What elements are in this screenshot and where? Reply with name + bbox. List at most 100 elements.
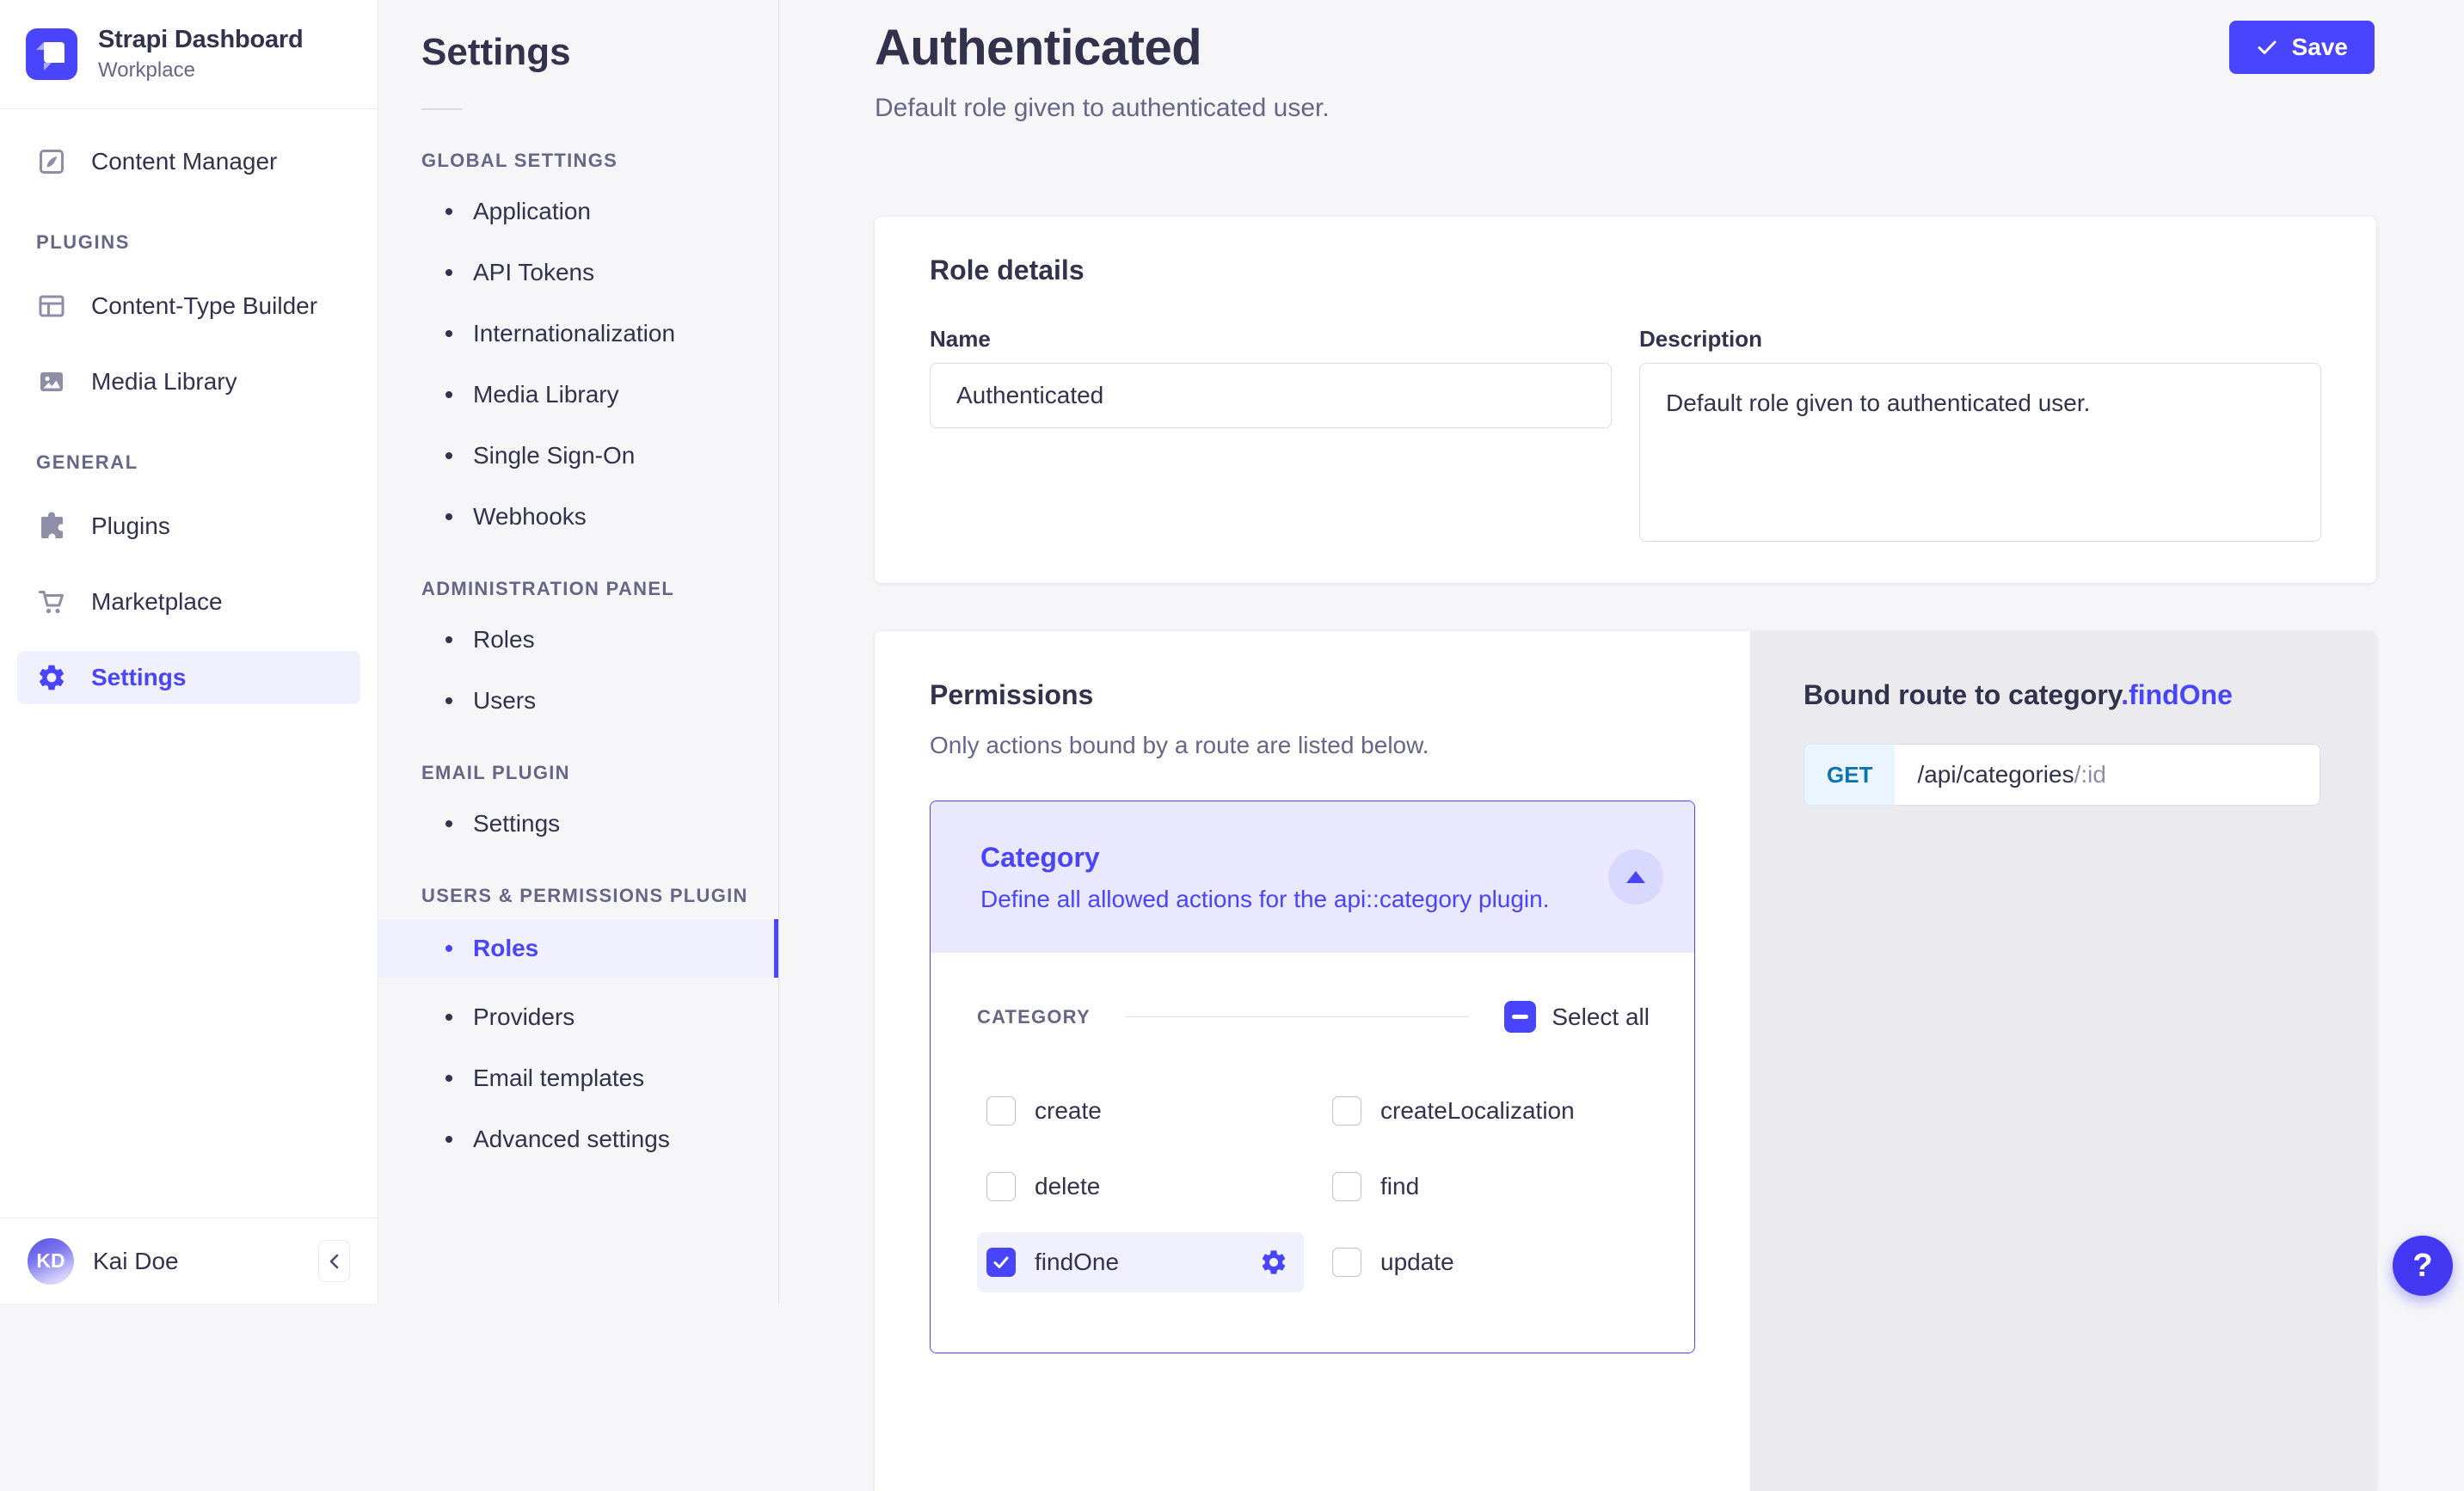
- update-checkbox[interactable]: [1332, 1248, 1361, 1277]
- action-update[interactable]: update: [1323, 1232, 1650, 1292]
- route-path-main: /api/categories: [1917, 761, 2074, 788]
- subnav-item-application[interactable]: Application: [378, 190, 778, 233]
- name-input[interactable]: [930, 363, 1612, 428]
- subnav-divider: [421, 108, 463, 110]
- group-divider: [1125, 1016, 1471, 1017]
- action-label: findOne: [1035, 1249, 1119, 1276]
- action-find[interactable]: find: [1323, 1157, 1650, 1217]
- bullet-icon: [445, 269, 452, 276]
- bullet-icon: [445, 1136, 452, 1143]
- workspace-brand[interactable]: Strapi Dashboard Workplace: [0, 0, 378, 109]
- permissions-section: Permissions Only actions bound by a rout…: [875, 631, 2376, 1491]
- sidebar-item-media-library[interactable]: Media Library: [17, 355, 360, 408]
- subnav-item-email-settings[interactable]: Settings: [378, 802, 778, 845]
- route-path-param: /:id: [2074, 761, 2106, 788]
- description-label: Description: [1639, 326, 2321, 353]
- action-createLocalization[interactable]: createLocalization: [1323, 1081, 1650, 1141]
- category-group-label: CATEGORY: [977, 1006, 1091, 1028]
- bound-route-panel: Bound route to category.findOne GET /api…: [1750, 631, 2376, 1491]
- chevron-left-icon: [323, 1250, 346, 1273]
- subnav-item-up-advanced-settings[interactable]: Advanced settings: [378, 1118, 778, 1161]
- subnav-item-up-providers[interactable]: Providers: [378, 996, 778, 1039]
- subnav-item-label: Roles: [473, 626, 535, 653]
- subnav-item-api-tokens[interactable]: API Tokens: [378, 251, 778, 294]
- select-all-control[interactable]: Select all: [1504, 1001, 1650, 1033]
- sidebar-item-label: Content-Type Builder: [91, 292, 317, 320]
- subnav-item-label: Application: [473, 198, 591, 225]
- action-delete[interactable]: delete: [977, 1157, 1304, 1217]
- action-create[interactable]: create: [977, 1081, 1304, 1141]
- permissions-subtitle: Only actions bound by a route are listed…: [930, 732, 1695, 759]
- create-checkbox[interactable]: [986, 1096, 1016, 1126]
- action-findOne[interactable]: findOne: [977, 1232, 1304, 1292]
- findOne-checkbox[interactable]: [986, 1248, 1016, 1277]
- action-label: find: [1380, 1173, 1419, 1200]
- sidebar-item-label: Media Library: [91, 368, 237, 396]
- brand-text: Strapi Dashboard Workplace: [98, 26, 304, 83]
- sidebar-item-marketplace[interactable]: Marketplace: [17, 575, 360, 629]
- accordion-collapse-button[interactable]: [1608, 850, 1663, 905]
- delete-checkbox[interactable]: [986, 1172, 1016, 1201]
- subnav-item-up-email-templates[interactable]: Email templates: [378, 1057, 778, 1100]
- createLocalization-checkbox[interactable]: [1332, 1096, 1361, 1126]
- user-avatar[interactable]: KD: [28, 1238, 74, 1285]
- subnav-item-webhooks[interactable]: Webhooks: [378, 495, 778, 538]
- page-header: Authenticated Default role given to auth…: [875, 19, 2375, 123]
- sidebar-section-general: GENERAL: [36, 451, 378, 474]
- category-accordion-description: Define all allowed actions for the api::…: [980, 886, 1550, 913]
- subnav-item-admin-roles[interactable]: Roles: [378, 618, 778, 661]
- subnav-item-media-library[interactable]: Media Library: [378, 373, 778, 416]
- subnav-item-label: API Tokens: [473, 259, 594, 286]
- collapse-sidebar-button[interactable]: [318, 1240, 350, 1282]
- save-button-label: Save: [2292, 34, 2348, 61]
- chevron-up-icon: [1626, 871, 1645, 883]
- page-subtitle: Default role given to authenticated user…: [875, 94, 1330, 123]
- subnav-section-users-permissions-plugin: USERS & PERMISSIONS PLUGIN: [421, 885, 778, 907]
- action-label: update: [1380, 1249, 1454, 1276]
- subnav-item-label: Advanced settings: [473, 1126, 670, 1153]
- help-button-label: ?: [2412, 1248, 2432, 1285]
- sidebar-item-content-type-builder[interactable]: Content-Type Builder: [17, 279, 360, 333]
- sidebar-footer: KD Kai Doe: [0, 1218, 378, 1304]
- subnav-item-label: Media Library: [473, 381, 619, 408]
- select-all-checkbox[interactable]: [1504, 1001, 1536, 1033]
- layout-icon: [36, 291, 67, 322]
- name-label: Name: [930, 326, 1612, 353]
- sidebar-item-content-manager[interactable]: Content Manager: [17, 135, 360, 188]
- sidebar-item-plugins[interactable]: Plugins: [17, 500, 360, 553]
- main-sidebar: Strapi Dashboard Workplace Content Manag…: [0, 0, 378, 1304]
- findOne-settings-gear-icon[interactable]: [1259, 1248, 1288, 1277]
- category-accordion-header-text: Category Define all allowed actions for …: [980, 842, 1550, 913]
- route-display: GET /api/categories/:id: [1803, 744, 2320, 806]
- bullet-icon: [445, 330, 452, 337]
- bullet-icon: [445, 820, 452, 827]
- subnav-item-up-roles[interactable]: Roles: [378, 919, 778, 978]
- bullet-icon: [445, 697, 452, 704]
- bullet-icon: [445, 513, 452, 520]
- user-name: Kai Doe: [93, 1248, 179, 1275]
- category-accordion: Category Define all allowed actions for …: [930, 801, 1695, 1353]
- action-label: create: [1035, 1097, 1102, 1125]
- settings-subnav: Settings GLOBAL SETTINGS Application API…: [378, 0, 779, 1304]
- help-button[interactable]: ?: [2393, 1236, 2453, 1296]
- subnav-item-single-sign-on[interactable]: Single Sign-On: [378, 434, 778, 477]
- permissions-card: Permissions Only actions bound by a rout…: [875, 631, 1750, 1491]
- category-accordion-header[interactable]: Category Define all allowed actions for …: [931, 801, 1694, 953]
- description-textarea[interactable]: Default role given to authenticated user…: [1639, 363, 2321, 542]
- sidebar-nav: Content Manager PLUGINS Content-Type Bui…: [0, 109, 378, 704]
- action-label: createLocalization: [1380, 1097, 1575, 1125]
- subnav-item-internationalization[interactable]: Internationalization: [378, 312, 778, 355]
- name-field-group: Name: [930, 326, 1612, 546]
- subnav-item-admin-users[interactable]: Users: [378, 679, 778, 722]
- role-details-card: Role details Name Description Default ro…: [875, 217, 2376, 583]
- indeterminate-icon: [1512, 1015, 1528, 1019]
- sidebar-item-label: Settings: [91, 664, 186, 691]
- find-checkbox[interactable]: [1332, 1172, 1361, 1201]
- bullet-icon: [445, 1075, 452, 1082]
- sidebar-item-settings[interactable]: Settings: [17, 651, 360, 704]
- subnav-item-label: Single Sign-On: [473, 442, 635, 469]
- permissions-heading: Permissions: [930, 679, 1695, 711]
- route-path: /api/categories/:id: [1895, 744, 2320, 806]
- role-details-fields: Name Description Default role given to a…: [930, 326, 2321, 546]
- save-button[interactable]: Save: [2229, 21, 2375, 74]
